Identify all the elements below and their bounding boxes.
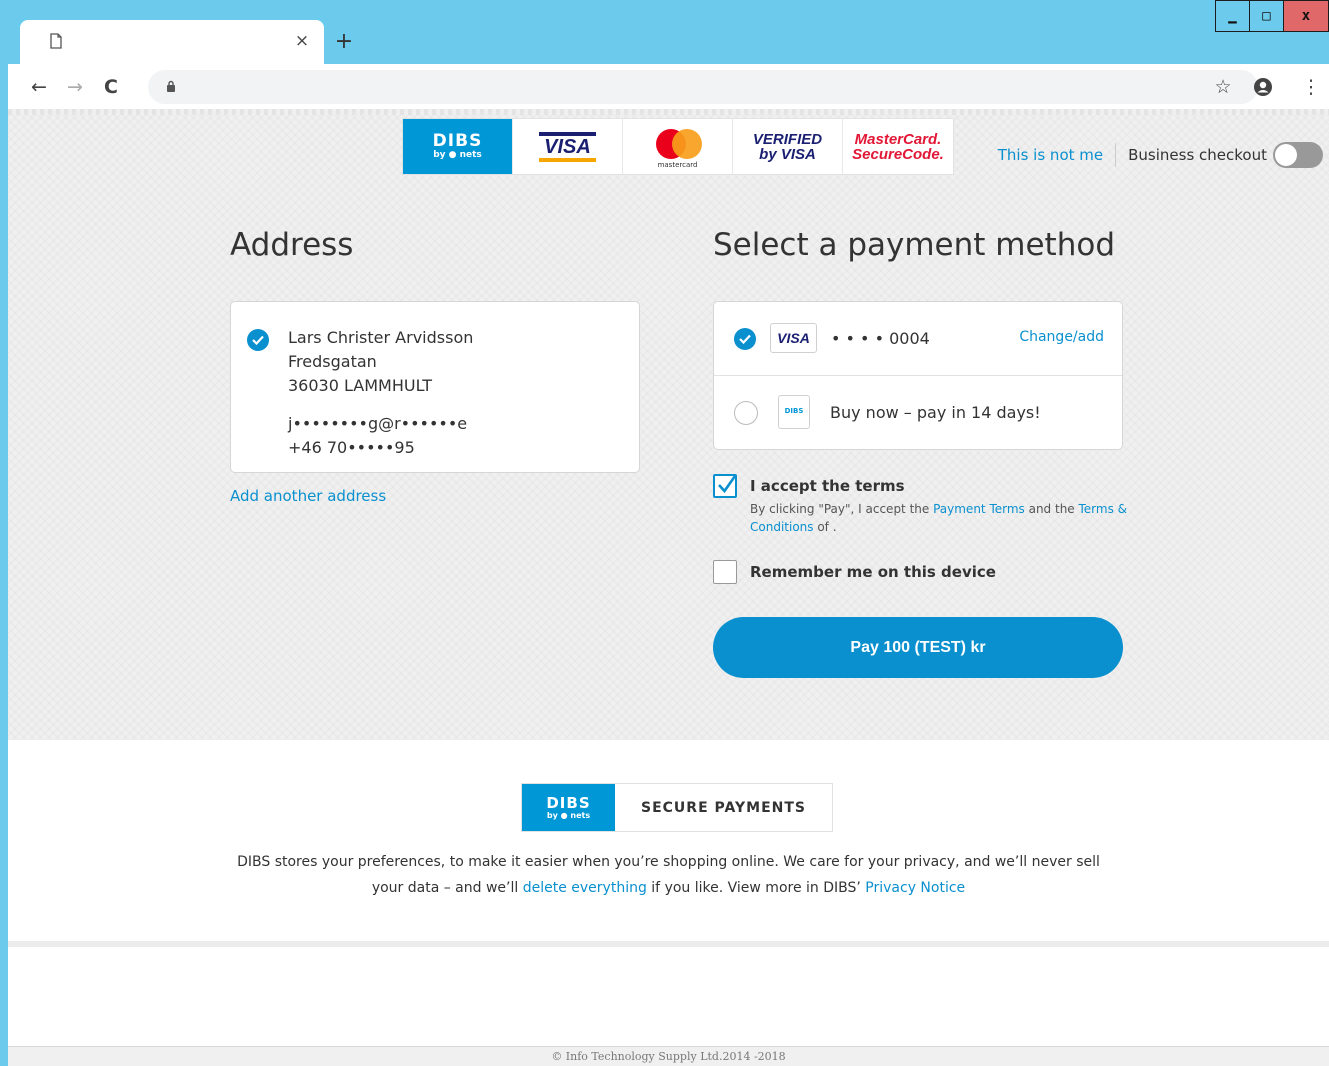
secure-payments-label: SECURE PAYMENTS xyxy=(641,799,806,816)
close-window-button[interactable]: x xyxy=(1283,0,1329,32)
add-address-link[interactable]: Add another address xyxy=(230,487,386,505)
page-viewport: DIBS by ● nets VISA mastercard VERIFIED … xyxy=(8,109,1329,1066)
checkout-area: DIBS by ● nets VISA mastercard VERIFIED … xyxy=(8,109,1329,740)
verified-by-visa-logo: VERIFIED by VISA xyxy=(733,119,843,174)
new-tab-button[interactable]: + xyxy=(330,28,358,56)
privacy-line-1: DIBS stores your preferences, to make it… xyxy=(237,854,1100,870)
copyright-text: © Info Technology Supply Ltd.2014 -2018 xyxy=(8,1046,1329,1066)
card-payment-option[interactable]: VISA • • • • 0004 Change/add xyxy=(714,302,1122,375)
invoice-radio[interactable] xyxy=(734,401,758,425)
check-icon xyxy=(734,328,756,350)
securecode-line2: SecureCode. xyxy=(852,145,944,163)
visa-logo: VISA xyxy=(513,119,623,174)
visa-logo-text: VISA xyxy=(539,131,596,162)
masked-card-number: • • • • 0004 xyxy=(831,329,930,348)
terms-text-post: of . xyxy=(813,520,837,534)
dibs-logo-subtext: by ● nets xyxy=(546,810,591,820)
minimize-button[interactable]: ▁ xyxy=(1215,0,1250,32)
check-icon xyxy=(247,329,269,351)
forward-button[interactable]: → xyxy=(62,74,88,100)
bookmark-star-icon[interactable]: ☆ xyxy=(1210,74,1236,100)
back-button[interactable]: ← xyxy=(26,74,52,100)
address-card[interactable]: Lars Christer Arvidsson Fredsgatan 36030… xyxy=(230,301,640,473)
payment-brand-strip: DIBS by ● nets VISA mastercard VERIFIED … xyxy=(402,118,954,175)
decorative-border xyxy=(8,109,1329,115)
payment-terms-link[interactable]: Payment Terms xyxy=(933,502,1025,516)
dibs-logo-text: DIBS xyxy=(546,793,591,812)
accept-terms-label: I accept the terms xyxy=(750,477,905,495)
divider xyxy=(1115,143,1117,167)
account-icon[interactable] xyxy=(1250,74,1276,100)
address-name: Lars Christer Arvidsson xyxy=(288,328,474,347)
mastercard-logo-text: mastercard xyxy=(657,160,698,169)
dibs-invoice-icon: DIBS xyxy=(778,395,810,429)
privacy-text-a: your data – and we’ll xyxy=(371,880,523,896)
tab-strip: × + ▁ □ x xyxy=(8,0,1329,64)
not-me-link[interactable]: This is not me xyxy=(998,146,1103,164)
payment-methods-card: VISA • • • • 0004 Change/add DIBS Buy no… xyxy=(713,301,1123,450)
address-bar[interactable] xyxy=(148,70,1258,104)
accept-terms-checkbox[interactable] xyxy=(713,474,737,498)
verified-text: VERIFIED xyxy=(752,130,823,148)
reload-button[interactable]: C xyxy=(98,74,124,100)
pay-button[interactable]: Pay 100 (TEST) kr xyxy=(713,617,1123,678)
footer-divider xyxy=(8,941,1329,947)
dibs-logo-subtext: by ● nets xyxy=(433,150,482,160)
by-visa-text: by VISA xyxy=(759,145,816,163)
address-heading: Address xyxy=(230,227,354,263)
business-checkout-toggle[interactable] xyxy=(1273,142,1323,168)
address-email: j••••••••g@r••••••e xyxy=(288,414,468,433)
browser-toolbar: ← → C ☆ ⋮ xyxy=(8,64,1329,109)
delete-everything-link[interactable]: delete everything xyxy=(523,880,647,896)
privacy-statement: DIBS stores your preferences, to make it… xyxy=(8,849,1329,901)
invoice-payment-option[interactable]: DIBS Buy now – pay in 14 days! xyxy=(714,375,1122,448)
tab-close-button[interactable]: × xyxy=(292,30,312,52)
mastercard-securecode-logo: MasterCard. SecureCode. xyxy=(843,119,953,174)
address-street: Fredsgatan xyxy=(288,352,377,371)
terms-text-pre: By clicking "Pay", I accept the xyxy=(750,502,934,516)
securecode-line1: MasterCard. xyxy=(854,130,942,148)
dibs-logo: DIBS by ● nets xyxy=(522,784,615,831)
privacy-text-b: if you like. View more in DIBS’ xyxy=(646,880,866,896)
maximize-button[interactable]: □ xyxy=(1249,0,1284,32)
business-checkout-label: Business checkout xyxy=(1128,146,1267,164)
account-links: This is not me Business checkout xyxy=(998,142,1323,168)
change-card-link[interactable]: Change/add xyxy=(1019,329,1104,345)
remember-me-label: Remember me on this device xyxy=(750,563,996,581)
mastercard-logo: mastercard xyxy=(623,119,733,174)
address-city: 36030 LAMMHULT xyxy=(288,376,433,395)
terms-description: By clicking "Pay", I accept the Payment … xyxy=(750,500,1130,536)
browser-menu-button[interactable]: ⋮ xyxy=(1298,74,1324,100)
remember-me-checkbox[interactable] xyxy=(713,560,737,584)
page-icon xyxy=(50,33,62,49)
address-phone: +46 70•••••95 xyxy=(288,438,415,457)
browser-tab[interactable]: × xyxy=(20,20,324,64)
privacy-notice-link[interactable]: Privacy Notice xyxy=(865,880,965,896)
invoice-label: Buy now – pay in 14 days! xyxy=(830,403,1041,422)
window-controls: ▁ □ x xyxy=(1215,0,1329,34)
dibs-logo: DIBS by ● nets xyxy=(403,119,513,174)
dibs-logo-text: DIBS xyxy=(432,131,483,151)
visa-card-icon: VISA xyxy=(770,323,817,353)
payment-heading: Select a payment method xyxy=(713,227,1116,263)
terms-text-mid: and the xyxy=(1024,502,1079,516)
secure-payments-badge: DIBS by ● nets SECURE PAYMENTS xyxy=(521,783,833,832)
lock-icon xyxy=(167,80,175,92)
